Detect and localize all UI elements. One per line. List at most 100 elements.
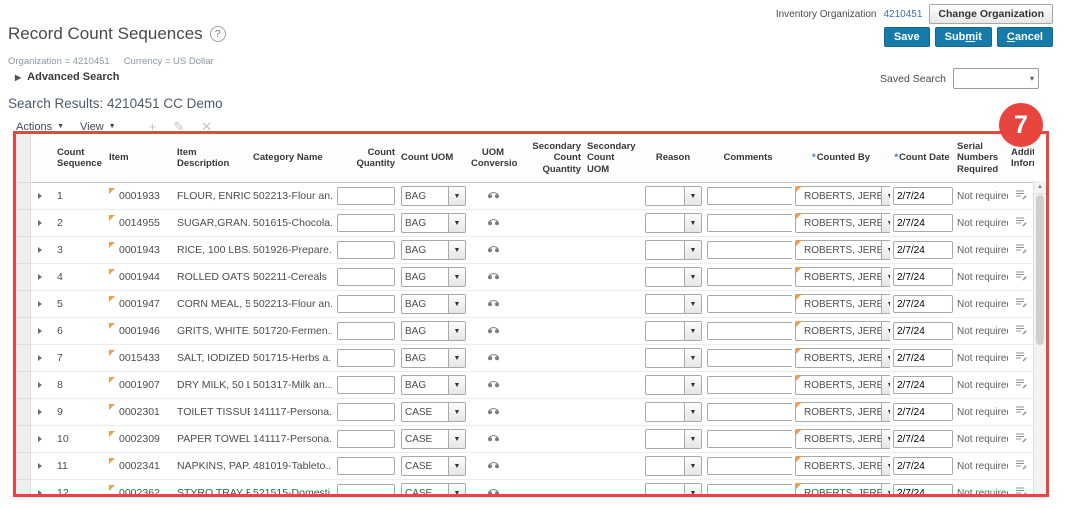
- comments-input[interactable]: [707, 484, 792, 494]
- comments-input[interactable]: [707, 295, 792, 313]
- counted-by-dropdown-icon[interactable]: ▼: [881, 403, 890, 421]
- count-uom-combobox[interactable]: BAG ▼: [401, 240, 466, 260]
- count-date-input[interactable]: [893, 187, 953, 205]
- reason-dropdown-icon[interactable]: ▼: [684, 430, 701, 448]
- count-uom-dropdown-icon[interactable]: ▼: [448, 322, 465, 340]
- expand-row-icon[interactable]: [37, 355, 42, 361]
- counted-by-combobox[interactable]: ROBERTS, JEREMY▼: [795, 375, 890, 395]
- count-quantity-input[interactable]: [337, 214, 395, 232]
- count-quantity-input[interactable]: [337, 484, 395, 494]
- additional-information-icon[interactable]: [1015, 351, 1027, 362]
- uom-conversions-icon[interactable]: [487, 352, 500, 361]
- count-uom-combobox[interactable]: BAG ▼: [401, 267, 466, 287]
- additional-information-icon[interactable]: [1015, 243, 1027, 254]
- comments-input[interactable]: [707, 241, 792, 259]
- uom-conversions-icon[interactable]: [487, 271, 500, 280]
- save-button[interactable]: Save: [883, 27, 930, 47]
- uom-conversions-icon[interactable]: [487, 244, 500, 253]
- count-uom-combobox[interactable]: BAG ▼: [401, 294, 466, 314]
- reason-combobox[interactable]: ▼: [645, 186, 702, 206]
- row-selector[interactable]: [16, 398, 31, 426]
- count-date-input[interactable]: [893, 268, 953, 286]
- expand-row-icon[interactable]: [37, 382, 42, 388]
- comments-input[interactable]: [707, 376, 792, 394]
- count-uom-combobox[interactable]: CASE ▼: [401, 483, 466, 494]
- counted-by-dropdown-icon[interactable]: ▼: [881, 187, 890, 205]
- reason-combobox[interactable]: ▼: [645, 321, 702, 341]
- counted-by-dropdown-icon[interactable]: ▼: [881, 349, 890, 367]
- expand-row-icon[interactable]: [37, 274, 42, 280]
- reason-dropdown-icon[interactable]: ▼: [684, 241, 701, 259]
- additional-information-icon[interactable]: [1015, 189, 1027, 200]
- reason-dropdown-icon[interactable]: ▼: [684, 187, 701, 205]
- counted-by-combobox[interactable]: ROBERTS, JEREMY▼: [795, 321, 890, 341]
- reason-combobox[interactable]: ▼: [645, 240, 702, 260]
- comments-input[interactable]: [707, 349, 792, 367]
- count-date-input[interactable]: [893, 214, 953, 232]
- count-quantity-input[interactable]: [337, 268, 395, 286]
- count-uom-combobox[interactable]: BAG ▼: [401, 186, 466, 206]
- uom-conversions-icon[interactable]: [487, 217, 500, 226]
- count-uom-combobox[interactable]: BAG ▼: [401, 321, 466, 341]
- reason-combobox[interactable]: ▼: [645, 213, 702, 233]
- count-date-input[interactable]: [893, 457, 953, 475]
- count-uom-dropdown-icon[interactable]: ▼: [448, 457, 465, 475]
- additional-information-icon[interactable]: [1015, 405, 1027, 416]
- count-uom-dropdown-icon[interactable]: ▼: [448, 187, 465, 205]
- counted-by-dropdown-icon[interactable]: ▼: [881, 457, 890, 475]
- row-selector[interactable]: [16, 290, 31, 318]
- count-quantity-input[interactable]: [337, 430, 395, 448]
- counted-by-dropdown-icon[interactable]: ▼: [881, 322, 890, 340]
- reason-combobox[interactable]: ▼: [645, 348, 702, 368]
- submit-button[interactable]: Submit: [934, 27, 992, 47]
- counted-by-combobox[interactable]: ROBERTS, JEREMY▼: [795, 240, 890, 260]
- reason-combobox[interactable]: ▼: [645, 402, 702, 422]
- count-date-input[interactable]: [893, 430, 953, 448]
- count-uom-combobox[interactable]: CASE ▼: [401, 429, 466, 449]
- count-uom-combobox[interactable]: BAG ▼: [401, 375, 466, 395]
- comments-input[interactable]: [707, 214, 792, 232]
- count-quantity-input[interactable]: [337, 376, 395, 394]
- uom-conversions-icon[interactable]: [487, 433, 500, 442]
- uom-conversions-icon[interactable]: [487, 379, 500, 388]
- expand-row-icon[interactable]: [37, 328, 42, 334]
- reason-combobox[interactable]: ▼: [645, 456, 702, 476]
- counted-by-combobox[interactable]: ROBERTS, JEREMY▼: [795, 483, 890, 494]
- reason-dropdown-icon[interactable]: ▼: [684, 457, 701, 475]
- count-uom-combobox[interactable]: CASE ▼: [401, 456, 466, 476]
- reason-combobox[interactable]: ▼: [645, 375, 702, 395]
- count-uom-dropdown-icon[interactable]: ▼: [448, 295, 465, 313]
- additional-information-icon[interactable]: [1015, 216, 1027, 227]
- counted-by-dropdown-icon[interactable]: ▼: [881, 214, 890, 232]
- count-uom-dropdown-icon[interactable]: ▼: [448, 430, 465, 448]
- help-icon[interactable]: ?: [209, 26, 226, 42]
- counted-by-dropdown-icon[interactable]: ▼: [881, 376, 890, 394]
- count-date-input[interactable]: [893, 403, 953, 421]
- expand-row-icon[interactable]: [37, 220, 42, 226]
- saved-search-select[interactable]: ▾: [953, 68, 1039, 89]
- count-quantity-input[interactable]: [337, 349, 395, 367]
- uom-conversions-icon[interactable]: [487, 190, 500, 199]
- counted-by-dropdown-icon[interactable]: ▼: [881, 484, 890, 494]
- counted-by-combobox[interactable]: ROBERTS, JEREMY▼: [795, 186, 890, 206]
- count-quantity-input[interactable]: [337, 187, 395, 205]
- counted-by-dropdown-icon[interactable]: ▼: [881, 295, 890, 313]
- comments-input[interactable]: [707, 403, 792, 421]
- comments-input[interactable]: [707, 268, 792, 286]
- comments-input[interactable]: [707, 457, 792, 475]
- expand-row-icon[interactable]: [37, 301, 42, 307]
- count-date-input[interactable]: [893, 241, 953, 259]
- counted-by-combobox[interactable]: ROBERTS, JEREMY▼: [795, 429, 890, 449]
- count-date-input[interactable]: [893, 484, 953, 494]
- reason-dropdown-icon[interactable]: ▼: [684, 322, 701, 340]
- reason-combobox[interactable]: ▼: [645, 267, 702, 287]
- expand-row-icon[interactable]: [37, 409, 42, 415]
- cancel-button[interactable]: Cancel: [996, 27, 1053, 47]
- reason-dropdown-icon[interactable]: ▼: [684, 349, 701, 367]
- uom-conversions-icon[interactable]: [487, 325, 500, 334]
- row-selector[interactable]: [16, 452, 31, 480]
- additional-information-icon[interactable]: [1015, 324, 1027, 335]
- counted-by-combobox[interactable]: ROBERTS, JEREMY▼: [795, 213, 890, 233]
- count-uom-dropdown-icon[interactable]: ▼: [448, 484, 465, 494]
- uom-conversions-icon[interactable]: [487, 460, 500, 469]
